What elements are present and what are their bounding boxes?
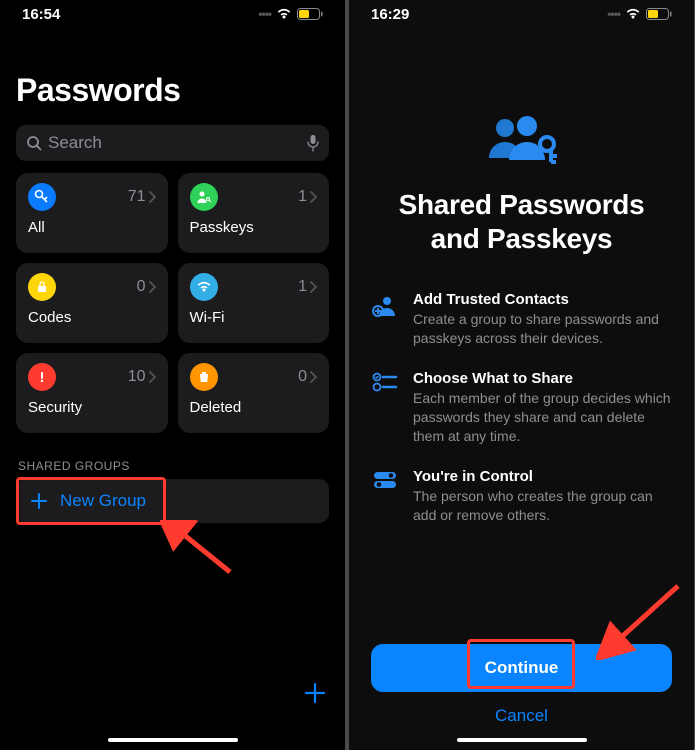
status-icons: •••• [607,7,672,21]
tile-count: 10 [128,368,146,386]
tile-passkeys[interactable]: 1 Passkeys [178,173,330,253]
wifi-icon [625,8,641,20]
page-header: Passwords [0,24,345,117]
feature-title: Choose What to Share [413,370,672,387]
trash-icon [190,363,218,391]
status-icons: •••• [258,7,323,21]
tile-label: All [28,219,156,236]
search-placeholder: Search [48,133,301,153]
feature-title: You're in Control [413,468,672,485]
tile-security[interactable]: 10 Security [16,353,168,433]
status-bar: 16:54 •••• [0,0,345,24]
chevron-right-icon [309,191,317,203]
feature-desc: The person who creates the group can add… [413,487,672,525]
chevron-right-icon [309,281,317,293]
wifi-icon [276,8,292,20]
tile-wifi[interactable]: 1 Wi-Fi [178,263,330,343]
feature-desc: Create a group to share passwords and pa… [413,310,672,348]
checklist-icon [371,370,399,446]
feature-desc: Each member of the group decides which p… [413,389,672,446]
sheet-actions: Continue Cancel [371,644,672,726]
status-bar: 16:29 •••• [349,0,694,24]
search-input[interactable]: Search [16,125,329,161]
cancel-button[interactable]: Cancel [371,706,672,726]
alert-icon [28,363,56,391]
tile-label: Codes [28,309,156,326]
tile-deleted[interactable]: 0 Deleted [178,353,330,433]
tile-label: Passkeys [190,219,318,236]
phone-passwords: 16:54 •••• Passwords Search 71 All [0,0,345,750]
cell-dots-icon: •••• [607,7,620,21]
chevron-right-icon [148,191,156,203]
status-time: 16:29 [371,6,409,23]
intro-sheet: Shared Passwords and Passkeys Add Truste… [349,24,694,524]
feature-in-control: You're in Control The person who creates… [371,468,672,525]
battery-icon [297,8,323,20]
tile-codes[interactable]: 0 Codes [16,263,168,343]
continue-button[interactable]: Continue [371,644,672,692]
tile-all[interactable]: 71 All [16,173,168,253]
tile-label: Wi-Fi [190,309,318,326]
new-group-label: New Group [60,491,146,511]
wifi-circle-icon [190,273,218,301]
tile-count: 0 [298,368,307,386]
home-indicator[interactable] [457,738,587,742]
feature-title: Add Trusted Contacts [413,291,672,308]
status-time: 16:54 [22,6,60,23]
continue-label: Continue [485,658,559,678]
shared-group-hero-icon [371,114,672,164]
chevron-right-icon [148,281,156,293]
tile-count: 0 [137,278,146,296]
chevron-right-icon [148,371,156,383]
mic-icon[interactable] [307,134,319,152]
toggles-icon [371,468,399,525]
search-icon [26,135,42,151]
feature-trusted-contacts: Add Trusted Contacts Create a group to s… [371,291,672,348]
feature-choose-share: Choose What to Share Each member of the … [371,370,672,446]
lock-icon [28,273,56,301]
tile-count: 1 [298,188,307,206]
page-title: Passwords [16,72,329,109]
home-indicator[interactable] [108,738,238,742]
plus-icon [30,492,48,510]
tile-label: Security [28,399,156,416]
new-group-button[interactable]: New Group [16,479,329,523]
add-button[interactable] [303,680,327,712]
tile-count: 1 [298,278,307,296]
tile-label: Deleted [190,399,318,416]
sheet-title: Shared Passwords and Passkeys [371,188,672,255]
cancel-label: Cancel [495,706,548,725]
annotation-arrow-newgroup [160,520,240,580]
person-key-icon [190,183,218,211]
add-person-icon [371,291,399,348]
tile-count: 71 [128,188,146,206]
cell-dots-icon: •••• [258,7,271,21]
key-icon [28,183,56,211]
chevron-right-icon [309,371,317,383]
phone-shared-intro: 16:29 •••• Shared Passwords and Passkeys [349,0,694,750]
battery-icon [646,8,672,20]
shared-groups-header: SHARED GROUPS [0,433,345,479]
category-tiles: 71 All 1 Passkeys 0 Codes [0,173,345,433]
